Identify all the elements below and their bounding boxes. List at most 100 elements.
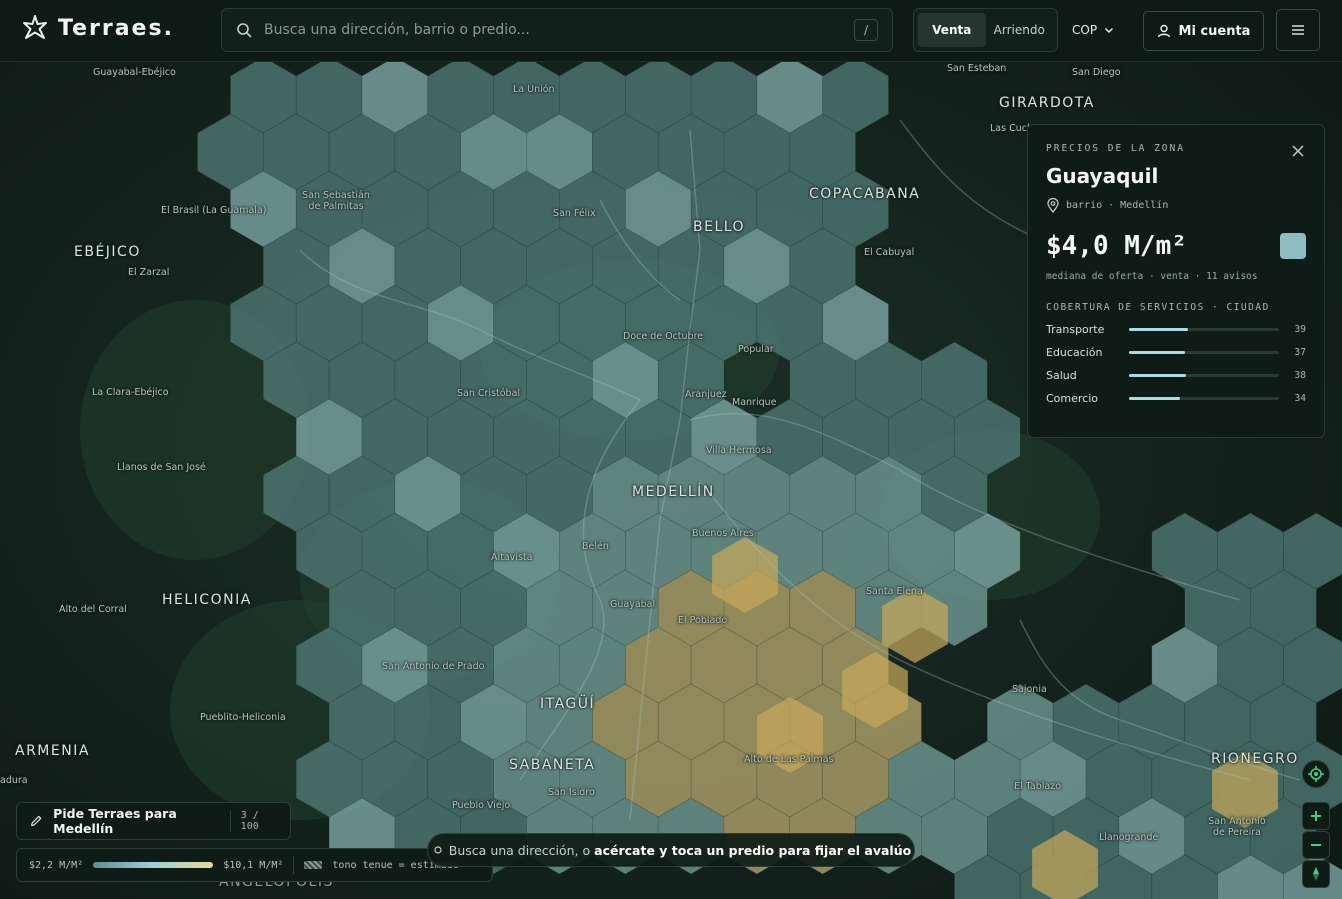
price-color-swatch bbox=[1280, 233, 1306, 259]
price-row: $4,0 M/m² bbox=[1046, 231, 1306, 261]
place-label: Guayabal-Ebéjico bbox=[93, 67, 176, 78]
place-label: COPACABANA bbox=[809, 186, 921, 202]
place-label: Belén bbox=[582, 541, 609, 552]
service-label: Comercio bbox=[1046, 391, 1099, 405]
service-label: Transporte bbox=[1046, 322, 1105, 336]
place-label: San Sebastián de Palmitas bbox=[302, 190, 370, 212]
legend-max: $10,1 M/M² bbox=[223, 859, 284, 871]
currency-label: COP bbox=[1072, 23, 1098, 37]
place-label: Santa Elena bbox=[866, 586, 923, 597]
close-icon[interactable] bbox=[1290, 143, 1306, 159]
service-value: 38 bbox=[1294, 369, 1306, 381]
place-label: MEDELLÍN bbox=[632, 484, 715, 500]
place-label: San Antonio de Pereira bbox=[1208, 816, 1266, 838]
place-label: San Félix bbox=[553, 208, 596, 219]
service-label: Educación bbox=[1046, 345, 1103, 359]
place-label: Guayabal bbox=[610, 599, 656, 610]
brand-star-icon bbox=[23, 15, 47, 39]
search-shortcut-key: / bbox=[854, 19, 878, 41]
account-button[interactable]: Mi cuenta bbox=[1143, 11, 1264, 51]
place-label: El Zarzal bbox=[128, 267, 170, 278]
place-label: GIRARDOTA bbox=[999, 95, 1095, 111]
place-label: San Isidro bbox=[548, 787, 595, 798]
search-input[interactable] bbox=[262, 21, 854, 39]
search-bar[interactable]: / bbox=[221, 8, 893, 52]
hint-emphasis: acércate y toca un predio para fijar el … bbox=[594, 842, 912, 858]
service-row: Transporte 39 bbox=[1046, 322, 1306, 336]
place-label: El Poblado bbox=[678, 615, 728, 626]
services-header: COBERTURA DE SERVICIOS · CIUDAD bbox=[1046, 302, 1270, 313]
zone-subtitle-text: barrio · Medellín bbox=[1066, 200, 1169, 211]
menu-button[interactable] bbox=[1276, 9, 1320, 51]
place-label: Alto de Las Palmas bbox=[744, 754, 834, 765]
search-icon bbox=[237, 23, 252, 38]
place-label: EBÉJICO bbox=[74, 244, 141, 260]
plus-icon bbox=[1311, 811, 1321, 821]
place-label: Alto del Corral bbox=[59, 604, 127, 615]
place-label: San Cristóbal bbox=[457, 388, 521, 399]
estimated-hatch-swatch bbox=[304, 861, 323, 869]
place-label: Pueblito-Heliconia bbox=[200, 712, 286, 723]
place-label: La Clara-Ebéjico bbox=[92, 387, 169, 398]
place-label: Llanogrande bbox=[1099, 832, 1159, 843]
place-label: SABANETA bbox=[509, 757, 596, 773]
tap-icon bbox=[434, 846, 442, 854]
service-bar bbox=[1129, 396, 1279, 400]
services-list: Transporte 39 Educación 37 Salud 38 Come… bbox=[1046, 322, 1306, 405]
minus-icon bbox=[1311, 844, 1321, 846]
compass-button[interactable] bbox=[1302, 860, 1330, 888]
place-label: ITAGÜÍ bbox=[540, 696, 596, 712]
brand-name: Terraes. bbox=[58, 15, 174, 41]
place-label: El Brasil (La Guamala) bbox=[161, 205, 267, 216]
request-city-label: Pide Terraes para Medellín bbox=[53, 806, 177, 836]
place-label: BELLO bbox=[693, 219, 746, 235]
zone-title: Guayaquil bbox=[1046, 164, 1159, 188]
place-label: La Unión bbox=[513, 84, 555, 95]
account-label: Mi cuenta bbox=[1178, 23, 1251, 39]
service-row: Comercio 34 bbox=[1046, 391, 1306, 405]
legend-min: $2,2 M/M² bbox=[29, 859, 84, 871]
locate-crosshair-icon bbox=[1308, 766, 1324, 782]
service-bar-fill bbox=[1129, 396, 1180, 400]
place-label: Sajonia bbox=[1012, 684, 1047, 695]
user-icon bbox=[1157, 24, 1170, 38]
currency-selector[interactable]: COP bbox=[1072, 8, 1115, 52]
legend-gradient-bar bbox=[93, 862, 214, 868]
zoom-out-button[interactable] bbox=[1302, 831, 1330, 859]
brand-logo[interactable]: Terraes. bbox=[22, 14, 174, 42]
service-bar-fill bbox=[1129, 373, 1186, 377]
service-value: 34 bbox=[1294, 392, 1306, 404]
map-hint: Busca una dirección, o acércate y toca u… bbox=[427, 833, 915, 867]
locate-me-button[interactable] bbox=[1302, 760, 1330, 788]
service-bar-fill bbox=[1129, 327, 1188, 331]
place-label: San Diego bbox=[1072, 67, 1121, 78]
request-city-count: 3 / 100 bbox=[229, 810, 278, 832]
place-label: Llanos de San José bbox=[117, 462, 206, 473]
place-label: HELICONIA bbox=[162, 592, 252, 608]
mode-venta-button[interactable]: Venta bbox=[918, 13, 986, 47]
price-legend: $2,2 M/M² $10,1 M/M² tono tenue = estima… bbox=[16, 848, 493, 882]
place-label: Doce de Octubre bbox=[623, 331, 704, 342]
service-bar-fill bbox=[1129, 350, 1185, 354]
compass-icon bbox=[1313, 867, 1319, 881]
service-value: 37 bbox=[1294, 346, 1306, 358]
service-row: Educación 37 bbox=[1046, 345, 1306, 359]
request-city-button[interactable]: Pide Terraes para Medellín 3 / 100 bbox=[16, 802, 291, 840]
zone-subtitle: barrio · Medellín bbox=[1046, 198, 1306, 213]
mode-arriendo-button[interactable]: Arriendo bbox=[986, 13, 1054, 47]
place-label: Manrique bbox=[732, 397, 777, 408]
legend-divider bbox=[293, 856, 295, 874]
service-row: Salud 38 bbox=[1046, 368, 1306, 382]
listing-mode-toggle[interactable]: Venta Arriendo bbox=[913, 8, 1058, 52]
pencil-icon bbox=[31, 815, 42, 827]
service-label: Salud bbox=[1046, 368, 1077, 382]
place-label: RIONEGRO bbox=[1211, 751, 1299, 767]
top-bar: Terraes. / Venta Arriendo COP Mi cuenta bbox=[0, 0, 1342, 62]
place-label: Buenos Aires bbox=[692, 528, 754, 539]
service-value: 39 bbox=[1294, 323, 1306, 335]
hint-prefix: Busca una dirección, o bbox=[448, 842, 591, 858]
place-label: Altavista bbox=[491, 552, 533, 563]
place-label: adura bbox=[0, 775, 28, 786]
zoom-in-button[interactable] bbox=[1302, 802, 1330, 830]
card-kicker: PRECIOS DE LA ZONA bbox=[1046, 143, 1185, 154]
